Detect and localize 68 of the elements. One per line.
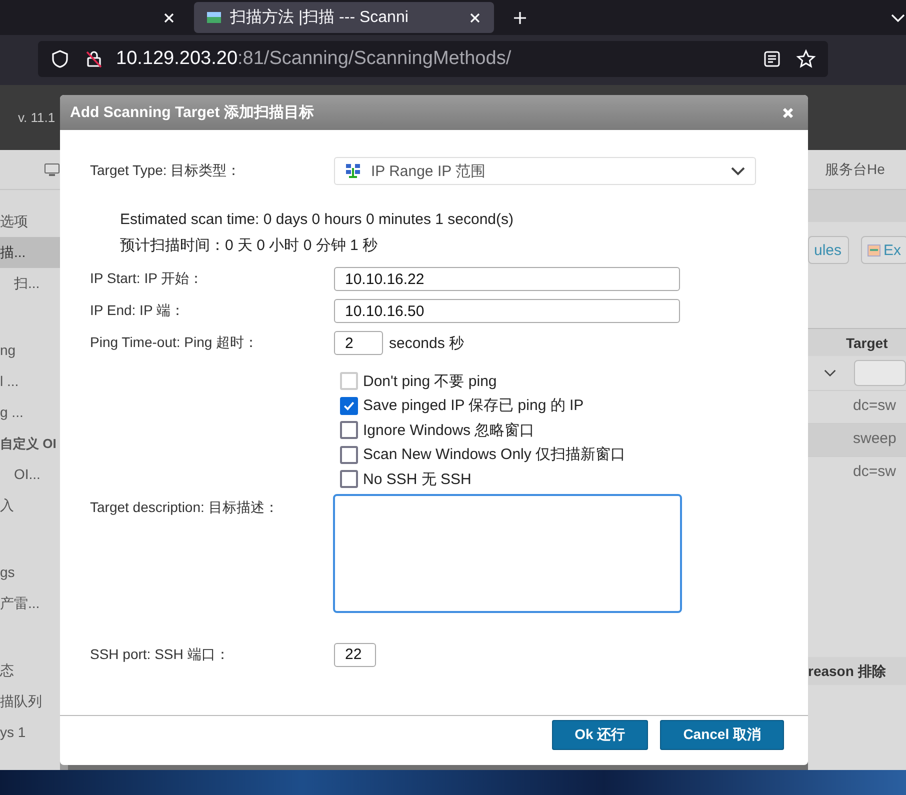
field-label: Target Type: 目标类型： (90, 162, 242, 180)
estimate-text: Estimated scan time: 0 days 0 hours 0 minutes 1 second(s) (120, 210, 515, 230)
field-label: IP Start: IP 开始： (90, 270, 204, 288)
filter-field[interactable] (854, 360, 906, 386)
field-label: SSH port: SSH 端口： (90, 646, 230, 664)
checkbox-label: Don't ping 不要 ping (363, 372, 497, 391)
table-cell: dc=sw (853, 397, 896, 414)
text-field[interactable]: 10.10.16.50 (334, 299, 680, 323)
dialog-button[interactable]: Cancel 取消 (660, 720, 784, 750)
table-cell: sweep (853, 430, 896, 447)
monitor-icon[interactable] (44, 162, 60, 176)
sidebar-item[interactable]: 描队列 (0, 686, 60, 717)
sidebar-item[interactable]: 自定义 OI (0, 428, 60, 459)
table-cell: dc=sw (853, 463, 896, 480)
column-header: reason 排除 (808, 657, 906, 685)
sidebar-item[interactable]: gs (0, 557, 60, 588)
sidebar-item[interactable]: ng (0, 335, 60, 366)
sidebar-item[interactable]: 产雷... (0, 588, 60, 619)
sidebar-item[interactable]: ys 1 (0, 717, 60, 748)
sidebar-item[interactable]: 态 (0, 655, 60, 686)
checkbox-label: Scan New Windows Only 仅扫描新窗口 (363, 445, 626, 464)
new-tab-icon[interactable] (512, 10, 528, 26)
close-icon[interactable] (468, 10, 482, 24)
sidebar-item[interactable]: 选项 (0, 206, 60, 237)
text-field[interactable]: 22 (334, 642, 376, 666)
version-label: v. 11.1 (18, 110, 56, 125)
checkbox[interactable] (340, 421, 358, 440)
target-type-dropdown[interactable]: IP Range IP 范围 (334, 157, 756, 185)
insecure-lock-icon[interactable] (84, 49, 104, 69)
field-label: IP End: IP 端： (90, 302, 186, 320)
estimate-text: 预计扫描时间：0 天 0 小时 0 分钟 1 秒 (120, 236, 379, 256)
checkbox[interactable] (340, 446, 358, 464)
page-icon[interactable] (206, 10, 222, 26)
sidebar-item[interactable]: 入 (0, 490, 60, 521)
checkbox-label: No SSH 无 SSH (363, 470, 472, 489)
sidebar-item[interactable]: 描... (0, 237, 60, 268)
browser-tab[interactable]: 扫描方法 |扫描 --- Scanni (194, 2, 494, 33)
reader-view-icon[interactable] (762, 49, 782, 69)
checkbox[interactable] (340, 470, 358, 488)
toolbar-button[interactable]: Ex (860, 236, 906, 264)
helpdesk-link[interactable]: 服务台He (825, 160, 885, 178)
bookmark-star-icon[interactable] (796, 49, 816, 69)
column-header: Target (808, 328, 906, 356)
dropdown-caret-icon[interactable] (731, 166, 745, 176)
checkbox-label: Save pinged IP 保存已 ping 的 IP (363, 396, 584, 416)
dropdown-caret-icon[interactable] (824, 369, 836, 377)
sidebar-item[interactable]: 扫... (0, 268, 60, 299)
toolbar-button[interactable]: ules (808, 236, 849, 264)
chevron-down-icon[interactable] (890, 12, 906, 22)
text-field[interactable]: 2 (334, 331, 383, 355)
close-icon[interactable] (162, 10, 176, 24)
sidebar-item[interactable]: g ... (0, 397, 60, 428)
dialog-title: Add Scanning Target 添加扫描目标 (70, 103, 314, 122)
field-label: Target description: 目标描述： (90, 498, 280, 517)
network-icon[interactable] (345, 163, 361, 179)
url-text[interactable]: 10.129.203.20:81/Scanning/ScanningMethods/ (116, 48, 512, 70)
address-bar[interactable]: 10.129.203.20:81/Scanning/ScanningMethods/ (38, 41, 828, 77)
sidebar-item[interactable]: OI... (0, 459, 60, 490)
table-row[interactable]: sweep (808, 423, 906, 456)
shield-icon[interactable] (50, 49, 70, 69)
checkbox-label: Ignore Windows 忽略窗口 (363, 420, 535, 440)
field-label: Ping Time-out: Ping 超时： (90, 334, 260, 352)
unit-label: seconds 秒 (389, 334, 464, 352)
text-field[interactable]: 10.10.16.22 (334, 267, 680, 291)
sidebar-item[interactable]: l ... (0, 366, 60, 397)
description-field[interactable] (333, 494, 682, 612)
tab-title[interactable]: 扫描方法 |扫描 --- Scanni (230, 7, 460, 28)
dialog-button[interactable]: Ok 还行 (552, 720, 648, 750)
